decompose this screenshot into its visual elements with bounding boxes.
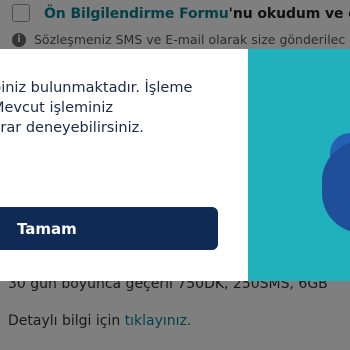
ok-button[interactable]: Tamam (0, 207, 218, 250)
modal-dialog: biniz bulunmaktadır. İşleme Mevcut işlem… (0, 49, 350, 281)
modal-content: biniz bulunmaktadır. İşleme Mevcut işlem… (0, 49, 248, 281)
modal-message-line: Mevcut işleminiz (0, 100, 113, 116)
modal-message-line: krar deneyebilirsiniz. (0, 120, 144, 136)
modal-message-line: biniz bulunmaktadır. İşleme (0, 80, 193, 96)
modal-illustration-panel (248, 49, 350, 281)
illustration-shape (322, 141, 350, 233)
modal-message: biniz bulunmaktadır. İşleme Mevcut işlem… (0, 78, 242, 138)
